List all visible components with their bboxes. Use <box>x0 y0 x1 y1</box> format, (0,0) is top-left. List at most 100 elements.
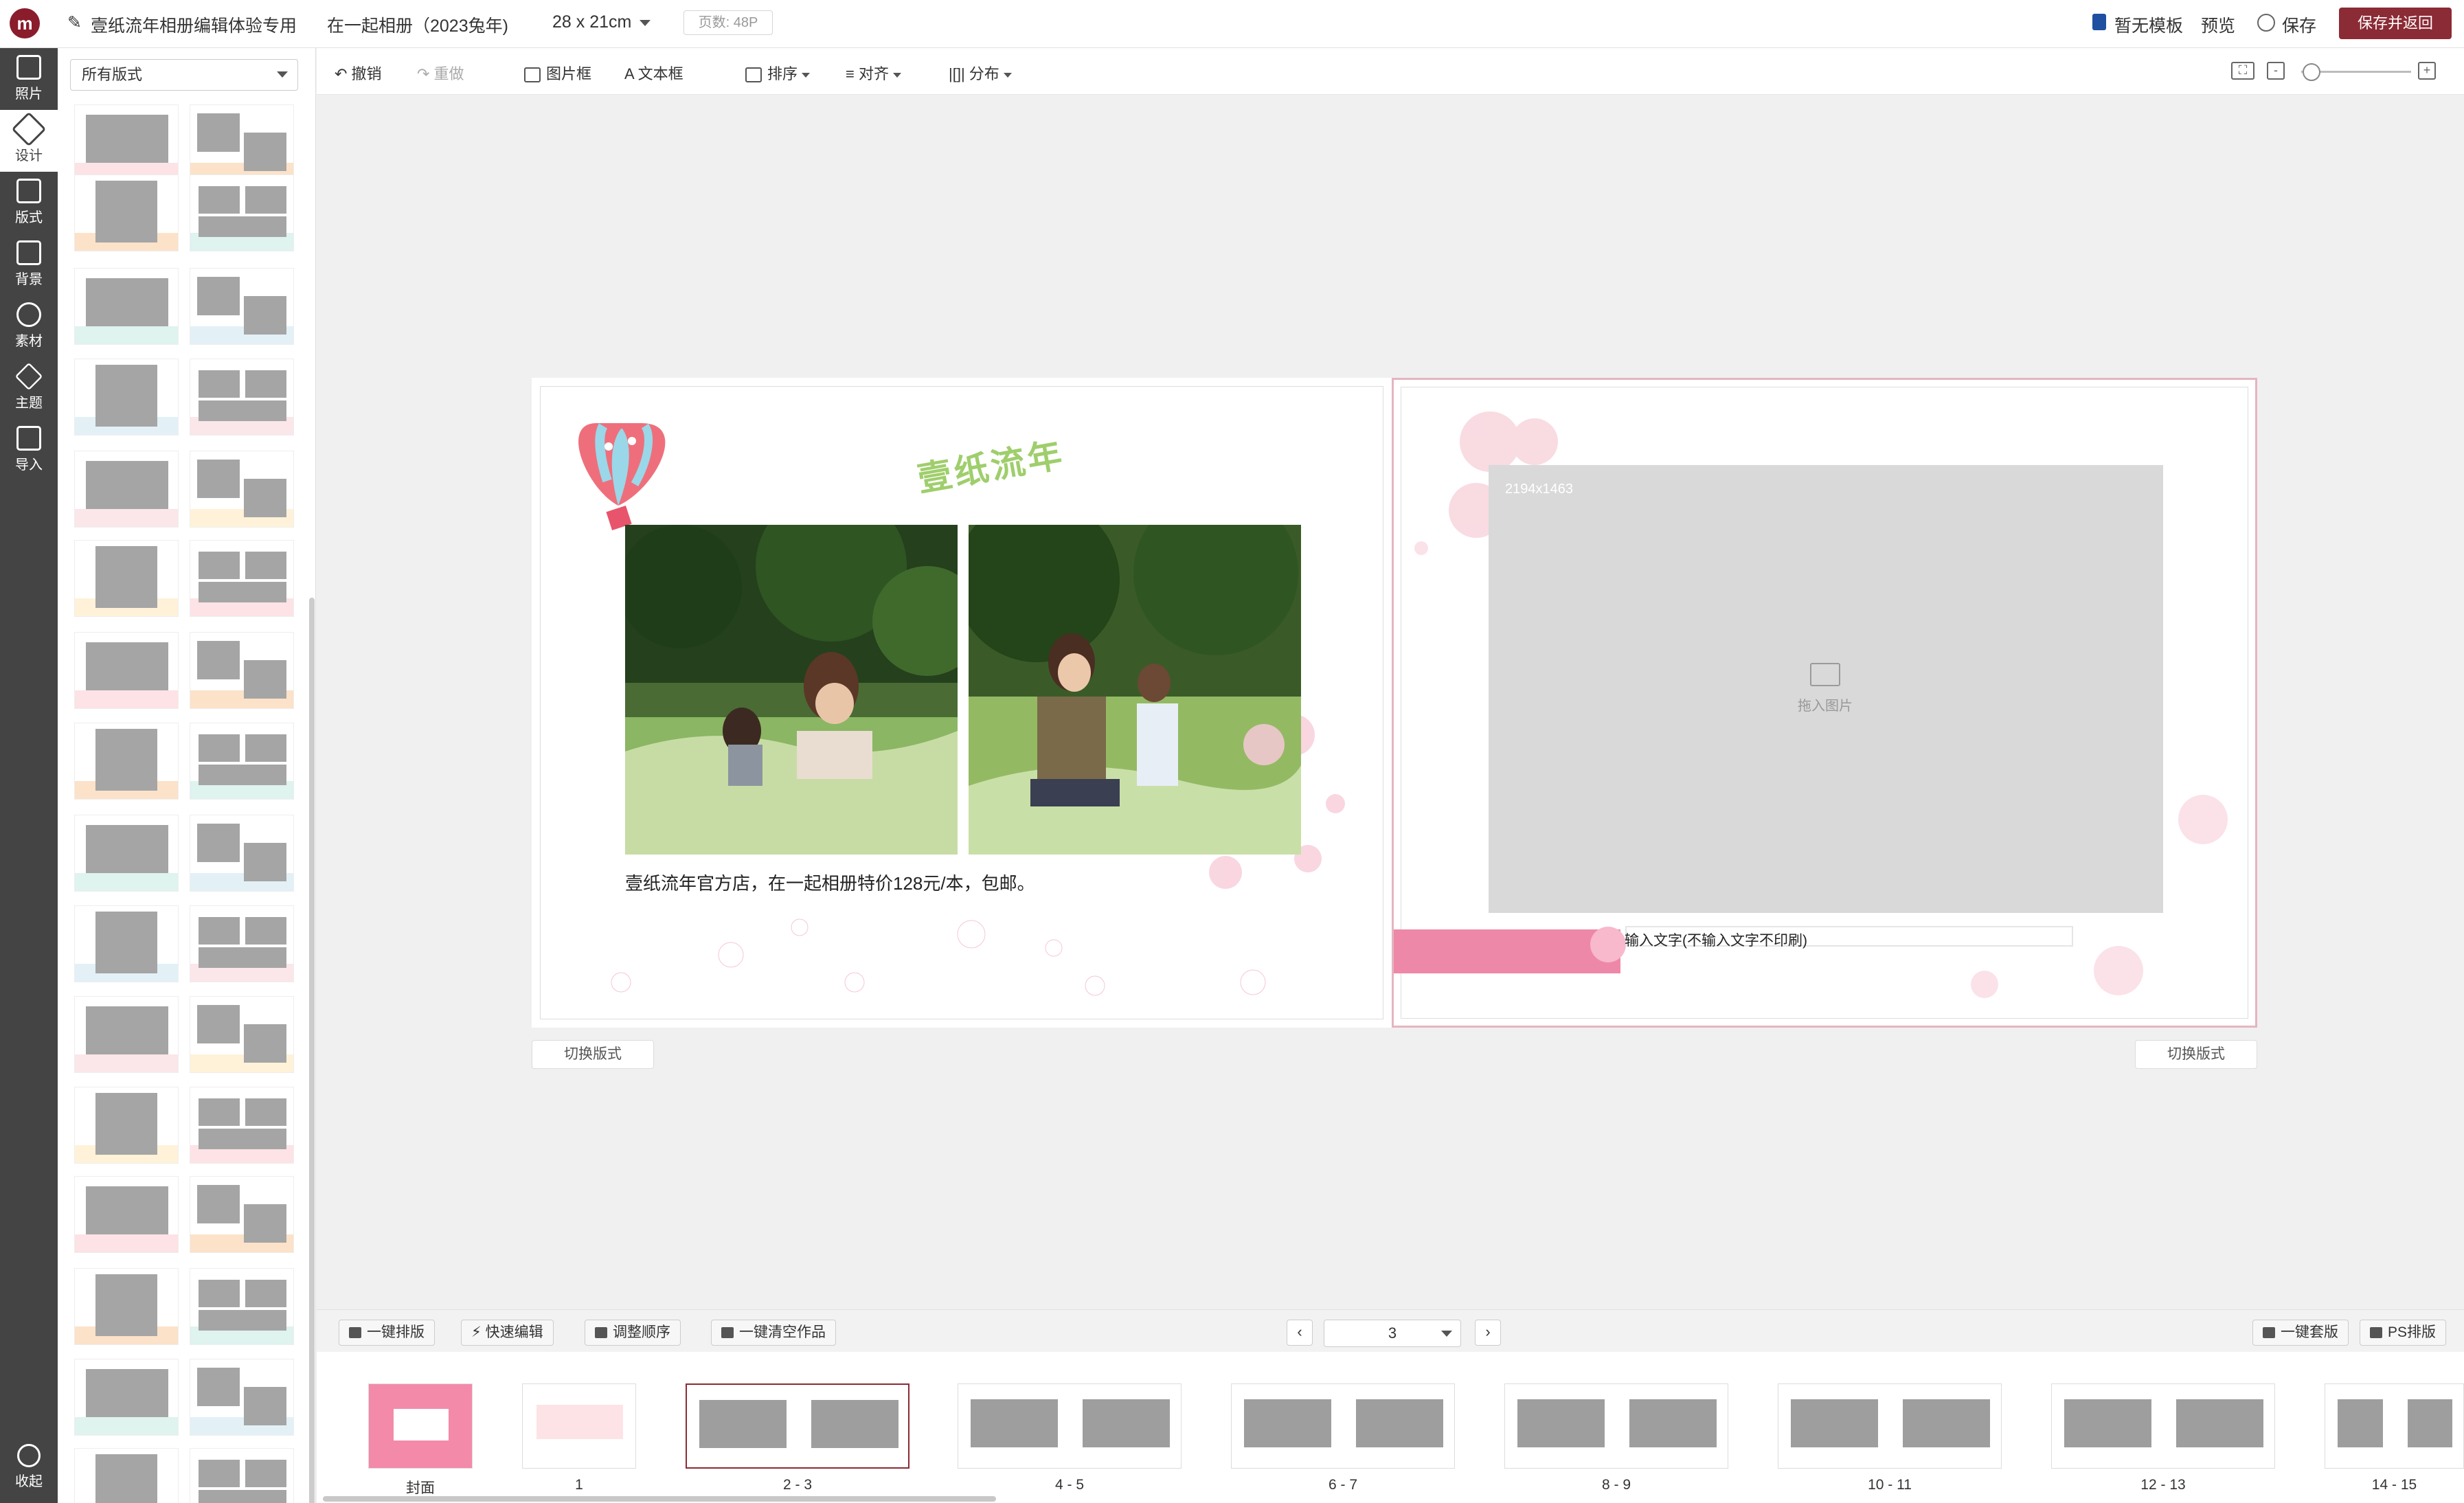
page-caption[interactable]: 壹纸流年官方店，在一起相册特价128元/本，包邮。 <box>625 870 1035 895</box>
filmstrip-thumbnail[interactable] <box>1231 1383 1455 1469</box>
zoom-slider-knob[interactable] <box>2303 63 2320 81</box>
rail-item-import[interactable]: 导入 <box>0 419 58 481</box>
size-selector[interactable]: 28 x 21cm <box>552 12 651 32</box>
layout-thumbnail[interactable] <box>190 1268 294 1345</box>
layout-thumbnail[interactable] <box>190 815 294 892</box>
quick-edit-button[interactable]: ⚡ 快速编辑 <box>461 1320 554 1346</box>
layout-thumbnail[interactable] <box>74 815 179 892</box>
layout-thumbnail[interactable] <box>74 1268 179 1345</box>
image-placeholder[interactable]: 2194x1463 拖入图片 <box>1489 465 2163 913</box>
edit-title-icon[interactable]: ✎ <box>67 12 82 33</box>
photo-mother-child-sitting[interactable] <box>969 525 1301 855</box>
layout-thumbnail[interactable] <box>74 104 179 181</box>
filmstrip-thumbnail[interactable] <box>958 1383 1182 1469</box>
preview-button[interactable]: 预览 <box>2201 12 2235 37</box>
no-template-link[interactable]: 暂无模板 <box>2114 12 2183 37</box>
save-and-return-button[interactable]: 保存并返回 <box>2339 8 2452 39</box>
rail-label: 素材 <box>15 334 43 349</box>
rail-item-design[interactable]: 设计 <box>0 110 58 172</box>
panel-scrollbar[interactable] <box>309 598 315 1503</box>
one-click-set-button[interactable]: 一键套版 <box>2252 1320 2349 1346</box>
rail-item-background[interactable]: 背景 <box>0 234 58 295</box>
layout-thumbnail[interactable] <box>190 723 294 800</box>
align-icon: ≡ <box>846 65 859 82</box>
layout-thumbnail[interactable] <box>74 1448 179 1503</box>
layout-thumbnail[interactable] <box>74 1087 179 1164</box>
layout-thumbnail[interactable] <box>74 723 179 800</box>
size-label: 28 x 21cm <box>552 12 632 32</box>
left-page[interactable]: 壹纸流年 壹纸流年官方店，在一起相册特价128元/本，包邮。 <box>532 378 1392 1028</box>
layout-thumbnail[interactable] <box>74 1359 179 1436</box>
layout-thumbnail[interactable] <box>190 451 294 528</box>
ps-layout-button[interactable]: PS排版 <box>2360 1320 2447 1346</box>
layout-thumbnail[interactable] <box>190 174 294 251</box>
layout-thumbnail[interactable] <box>190 540 294 617</box>
layout-thumbnail[interactable] <box>190 632 294 709</box>
app-logo[interactable]: m <box>10 8 40 38</box>
layout-thumbnail[interactable] <box>190 1359 294 1436</box>
layout-filter-select[interactable]: 所有版式 <box>70 59 298 91</box>
filmstrip-thumbnail[interactable] <box>522 1383 636 1469</box>
layout-thumbnail[interactable] <box>74 540 179 617</box>
filmstrip-thumbnail[interactable] <box>2051 1383 2275 1469</box>
image-frame-button[interactable]: 图片框 <box>524 62 591 84</box>
filmstrip-thumbnail[interactable] <box>1778 1383 2002 1469</box>
auto-layout-button[interactable]: 一键排版 <box>339 1320 435 1346</box>
thumbnail-photo-slot <box>199 917 240 945</box>
zoom-in-button[interactable]: + <box>2418 62 2436 80</box>
product-name: 在一起相册（2023兔年) <box>327 16 508 36</box>
fit-screen-icon[interactable]: ⛶ <box>2231 62 2254 80</box>
filmstrip-photo-slot <box>1517 1399 1605 1447</box>
filmstrip-thumbnail[interactable] <box>368 1383 473 1469</box>
layout-thumbnail[interactable] <box>74 359 179 436</box>
layout-thumbnail[interactable] <box>74 632 179 709</box>
layout-thumbnail[interactable] <box>74 451 179 528</box>
rail-item-material[interactable]: 素材 <box>0 295 58 357</box>
photo-mother-child-lying[interactable] <box>625 525 958 855</box>
next-page-button[interactable]: › <box>1475 1320 1501 1346</box>
filmstrip-thumbnail[interactable] <box>1504 1383 1728 1469</box>
undo-button[interactable]: ↶ 撤销 <box>335 62 382 84</box>
zoom-out-button[interactable]: - <box>2267 62 2285 80</box>
filmstrip-photo-slot <box>2064 1399 2151 1447</box>
layout-thumbnail[interactable] <box>74 996 179 1073</box>
layout-thumbnail[interactable] <box>190 996 294 1073</box>
right-switch-layout-button[interactable]: 切换版式 <box>2135 1040 2257 1069</box>
left-switch-layout-button[interactable]: 切换版式 <box>532 1040 654 1069</box>
rail-collapse-button[interactable]: 收起 <box>0 1437 58 1499</box>
clear-all-button[interactable]: 一键清空作品 <box>711 1320 836 1346</box>
rail-item-photos[interactable]: 照片 <box>0 48 58 110</box>
layout-thumbnail[interactable] <box>74 905 179 982</box>
thumbnail-strip <box>75 509 178 527</box>
layout-thumbnail[interactable] <box>190 1087 294 1164</box>
document-title[interactable]: 壹纸流年相册编辑体验专用 <box>91 12 297 37</box>
rail-item-theme[interactable]: 主题 <box>0 357 58 419</box>
layout-thumbnail[interactable] <box>190 268 294 345</box>
save-button[interactable]: 保存 <box>2282 12 2316 37</box>
thumbnail-photo-slot <box>245 1460 286 1487</box>
design-icon <box>11 111 47 147</box>
arrange-dropdown[interactable]: 排序 <box>745 62 811 84</box>
filmstrip-thumbnail[interactable] <box>686 1383 909 1469</box>
layout-thumbnail[interactable] <box>190 1448 294 1503</box>
layout-thumbnail[interactable] <box>74 268 179 345</box>
layout-thumbnail[interactable] <box>190 905 294 982</box>
text-box-button[interactable]: A 文本框 <box>624 62 683 84</box>
layout-thumbnail[interactable] <box>190 1176 294 1253</box>
image-size-label: 2194x1463 <box>1505 482 1573 497</box>
layout-thumbnail[interactable] <box>74 1176 179 1253</box>
text-input-hint[interactable]: 输入文字(不输入文字不印刷) <box>1625 929 1807 950</box>
layout-thumbnail[interactable] <box>190 359 294 436</box>
layout-thumbnail[interactable] <box>74 174 179 251</box>
page-select[interactable]: 3 <box>1324 1320 1461 1347</box>
layout-thumbnail[interactable] <box>190 104 294 181</box>
redo-button[interactable]: ↷ 重做 <box>417 62 464 84</box>
filmstrip-thumbnail[interactable] <box>2325 1383 2464 1469</box>
distribute-dropdown[interactable]: |[]| 分布 <box>949 62 1012 84</box>
reorder-button[interactable]: 调整顺序 <box>585 1320 681 1346</box>
align-dropdown[interactable]: ≡ 对齐 <box>846 62 901 84</box>
filmstrip-scrollbar[interactable] <box>323 1496 996 1502</box>
prev-page-button[interactable]: ‹ <box>1287 1320 1313 1346</box>
rail-item-layout[interactable]: 版式 <box>0 172 58 234</box>
right-page[interactable]: 2194x1463 拖入图片 输入文字(不输入文字不印刷) <box>1392 378 2257 1028</box>
